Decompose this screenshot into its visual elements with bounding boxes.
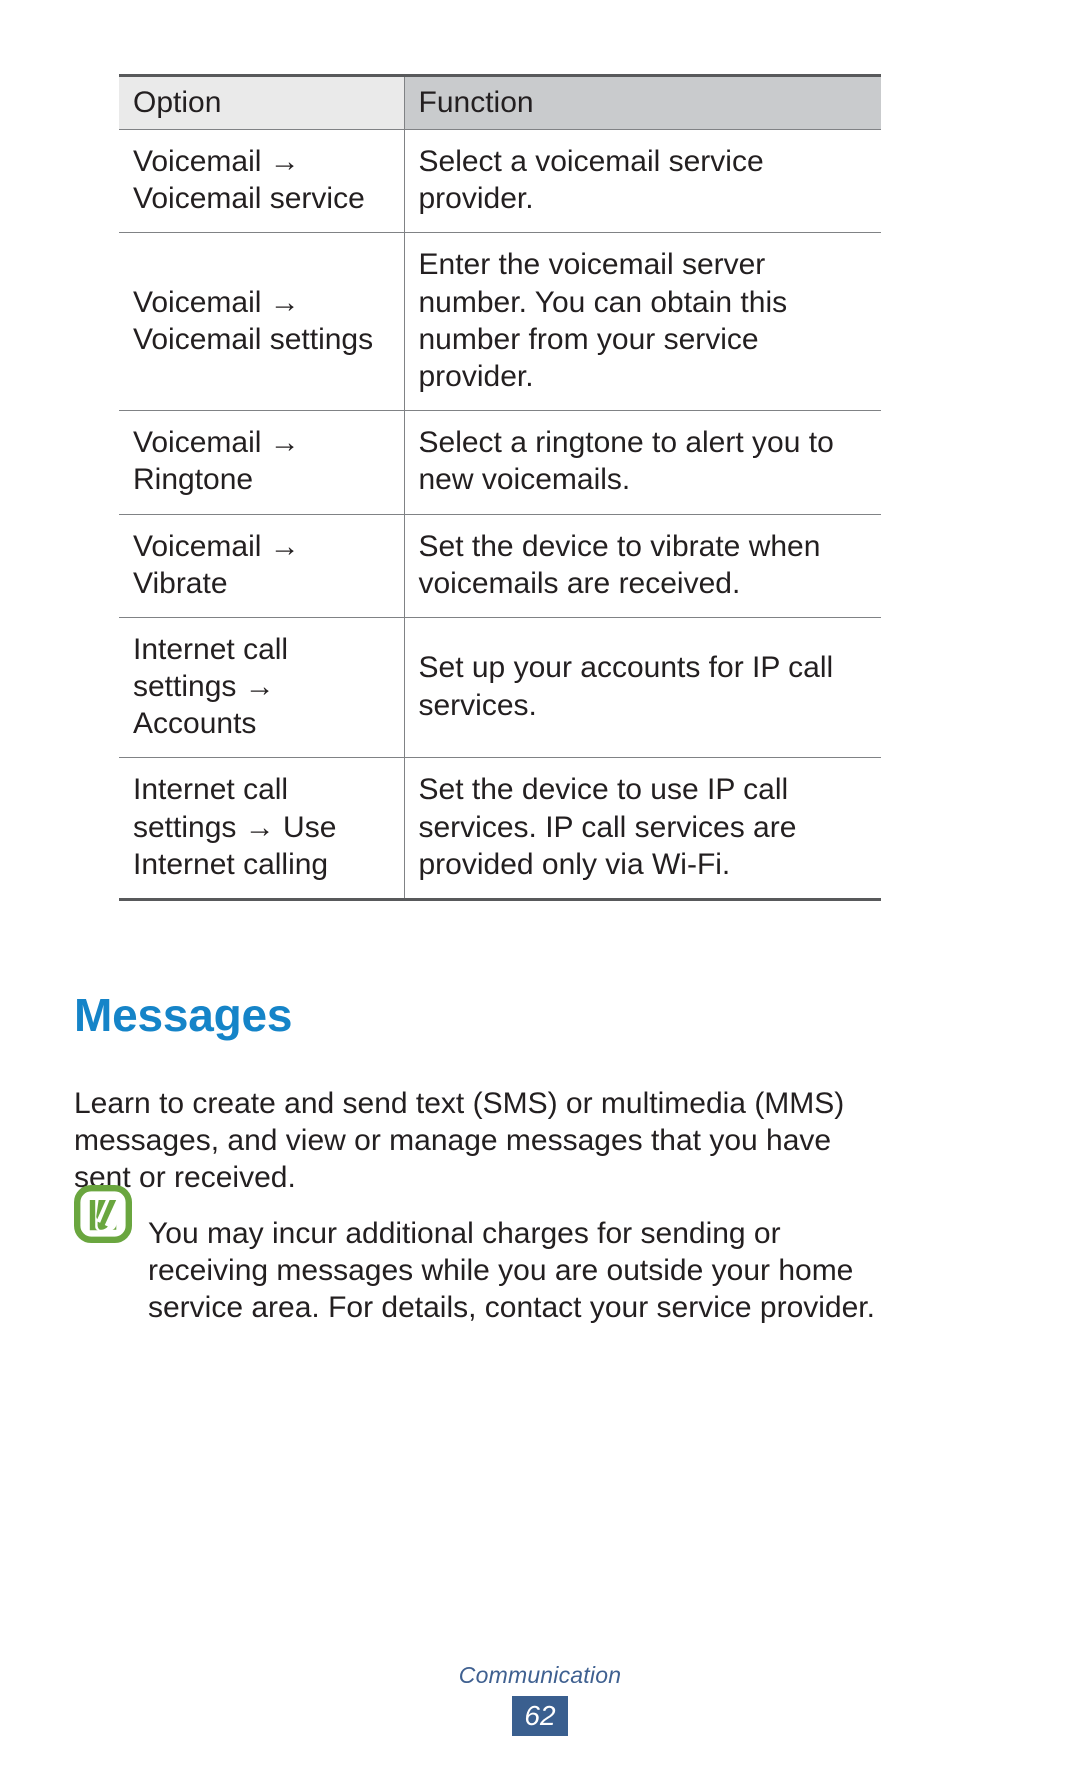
table-cell-function: Set the device to use IP call services. …: [404, 757, 881, 901]
table-row: Voicemail → Ringtone Select a ringtone t…: [119, 410, 881, 515]
table-cell-option: Voicemail → Voicemail settings: [119, 232, 405, 412]
column-header-option: Option: [119, 74, 405, 130]
table-cell-option: Voicemail → Voicemail service: [119, 129, 405, 234]
footer-page-number: 62: [512, 1696, 568, 1736]
table-cell-option: Voicemail → Ringtone: [119, 410, 405, 515]
footer-chapter-label: Communication: [458, 1662, 622, 1688]
table-row: Voicemail → Voicemail settings Enter the…: [119, 232, 881, 412]
options-function-table: Option Function Voicemail → Voicemail se…: [119, 74, 881, 901]
table-row: Voicemail → Voicemail service Select a v…: [119, 129, 881, 234]
table-cell-function: Enter the voicemail server number. You c…: [404, 232, 881, 412]
note-block: You may incur additional charges for sen…: [74, 1185, 880, 1357]
table-cell-option: Voicemail → Vibrate: [119, 514, 405, 618]
table-row: Internet call settings → Accounts Set up…: [119, 617, 881, 759]
column-header-function: Function: [404, 74, 881, 130]
table-cell-option: Internet call settings → Use Internet ca…: [119, 757, 405, 901]
table-cell-function: Select a voicemail service provider.: [404, 129, 881, 234]
table-header-row: Option Function: [119, 74, 881, 130]
table-header: Option Function: [119, 74, 881, 130]
table-cell-option: Internet call settings → Accounts: [119, 617, 405, 759]
table-body: Voicemail → Voicemail service Select a v…: [119, 129, 881, 901]
table-cell-function: Set the device to vibrate when voicemail…: [404, 514, 881, 618]
table-cell-function: Set up your accounts for IP call service…: [404, 617, 881, 759]
section-heading-messages: Messages: [74, 989, 293, 1042]
section-intro-paragraph: Learn to create and send text (SMS) or m…: [74, 1087, 845, 1195]
manual-page: Option Function Voicemail → Voicemail se…: [0, 0, 1080, 1771]
table-row: Internet call settings → Use Internet ca…: [119, 757, 881, 901]
table-cell-function: Select a ringtone to alert you to new vo…: [404, 410, 881, 515]
note-text: You may incur additional charges for sen…: [148, 1217, 875, 1325]
table-row: Voicemail → Vibrate Set the device to vi…: [119, 514, 881, 618]
note-pencil-icon: [74, 1185, 132, 1243]
